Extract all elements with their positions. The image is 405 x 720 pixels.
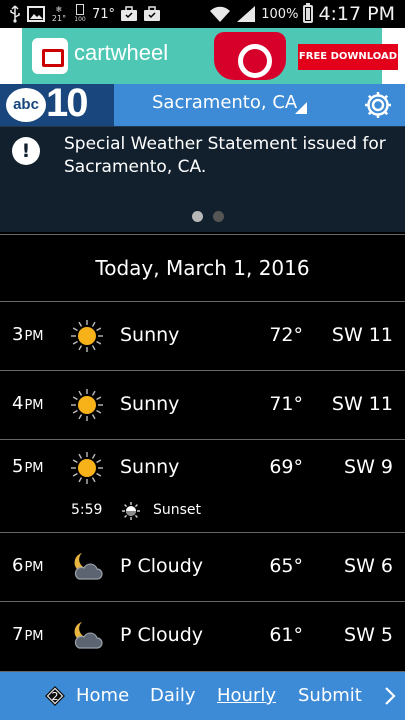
sun-icon <box>71 320 103 352</box>
alert-icon: ! <box>12 137 40 165</box>
app-header: abc 10 Sacramento, CA <box>0 81 405 126</box>
target-bucket-icon <box>214 32 286 80</box>
hour-row[interactable]: 3PM Sunny 72° SW 11 <box>0 302 405 371</box>
condition: Sunny <box>120 324 180 346</box>
hour-row[interactable]: 7PM P Cloudy 61° SW 5 <box>0 602 405 672</box>
hour-label: 3PM <box>12 324 44 345</box>
wind: SW 11 <box>331 393 393 415</box>
weather-badge: ❄ 21° <box>50 5 68 23</box>
gear-icon[interactable] <box>362 89 394 121</box>
hour-label: 5PM <box>12 456 44 477</box>
hour-row[interactable]: 4PM Sunny 71° SW 11 <box>0 371 405 440</box>
moon-cloud-icon <box>74 553 103 580</box>
condition: Sunny <box>120 393 180 415</box>
sunset-icon <box>122 502 140 520</box>
abc10-logo: abc 10 <box>0 81 114 126</box>
temperature: 69° <box>269 456 303 478</box>
hour-label: 4PM <box>12 393 44 414</box>
date-header: Today, March 1, 2016 <box>0 234 405 302</box>
alert-text[interactable]: Special Weather Statement issued for Sac… <box>64 133 399 179</box>
snowflake-icon: ❄ <box>55 5 63 14</box>
badge-21-label: 21° <box>51 14 67 23</box>
badge-100-label: 100 <box>74 16 86 23</box>
condition: P Cloudy <box>120 555 204 577</box>
wind: SW 9 <box>344 456 393 478</box>
wind: SW 11 <box>331 324 393 346</box>
dropdown-caret-icon[interactable] <box>295 102 307 114</box>
nav-home[interactable]: Home <box>76 685 129 706</box>
usb-icon <box>10 5 20 23</box>
ad-download-button[interactable]: FREE DOWNLOAD <box>298 44 398 70</box>
logo-number: 10 <box>46 81 88 125</box>
sun-icon <box>71 452 103 484</box>
hour-label: 7PM <box>12 624 44 645</box>
wind: SW 5 <box>344 624 393 646</box>
moon-cloud-icon <box>74 622 103 649</box>
battery-percent: 100% <box>261 6 299 22</box>
location-selector[interactable]: Sacramento, CA <box>152 92 297 113</box>
badge-count: 2 <box>52 690 59 703</box>
mini-battery-icon <box>76 4 84 15</box>
cartwheel-logo-icon <box>32 38 68 74</box>
chevron-right-icon[interactable] <box>384 686 396 706</box>
temperature: 61° <box>269 624 303 646</box>
status-temp: 71° <box>92 6 116 22</box>
condition: Sunny <box>120 456 180 478</box>
wind: SW 6 <box>344 555 393 577</box>
status-bar: ❄ 21° 100 71° 100% 4:17 PM <box>0 0 405 28</box>
temperature: 65° <box>269 555 303 577</box>
nav-daily[interactable]: Daily <box>150 685 196 706</box>
ad-content[interactable]: cartwheel FREE DOWNLOAD <box>22 28 398 84</box>
nav-hourly[interactable]: Hourly <box>217 685 276 706</box>
hour-row[interactable]: 6PM P Cloudy 65° SW 6 <box>0 533 405 602</box>
logo-abc: abc <box>6 88 46 122</box>
condition: P Cloudy <box>120 624 204 646</box>
carousel-dot-2[interactable] <box>213 211 224 222</box>
nav-submit[interactable]: Submit <box>298 685 362 706</box>
temperature: 71° <box>269 393 303 415</box>
sunset-time: 5:59 <box>71 502 103 518</box>
hour-row[interactable]: 5PM Sunny 69° SW 9 5:59 Sunset <box>0 440 405 533</box>
battery-icon <box>303 3 314 23</box>
battery-badge: 100 <box>73 4 87 24</box>
carousel-dot-1[interactable] <box>192 211 203 222</box>
image-icon <box>27 6 45 22</box>
ad-banner[interactable]: cartwheel FREE DOWNLOAD <box>0 28 405 84</box>
carousel-dots <box>192 211 224 222</box>
briefcase-icon <box>121 6 138 21</box>
bottom-nav: 2 Home Daily Hourly Submit <box>0 672 405 720</box>
sun-icon <box>71 389 103 421</box>
hour-label: 6PM <box>12 555 44 576</box>
clock: 4:17 PM <box>318 3 395 25</box>
weather-alert-carousel[interactable]: ! Special Weather Statement issued for S… <box>0 126 405 232</box>
signal-icon <box>237 6 256 22</box>
sunset-label: Sunset <box>153 502 202 518</box>
wifi-icon <box>210 6 231 22</box>
ad-brand: cartwheel <box>74 40 169 65</box>
date-label: Today, March 1, 2016 <box>95 256 310 280</box>
notification-badge-icon[interactable]: 2 <box>45 686 65 706</box>
briefcase-check-icon <box>144 6 161 21</box>
temperature: 72° <box>269 324 303 346</box>
